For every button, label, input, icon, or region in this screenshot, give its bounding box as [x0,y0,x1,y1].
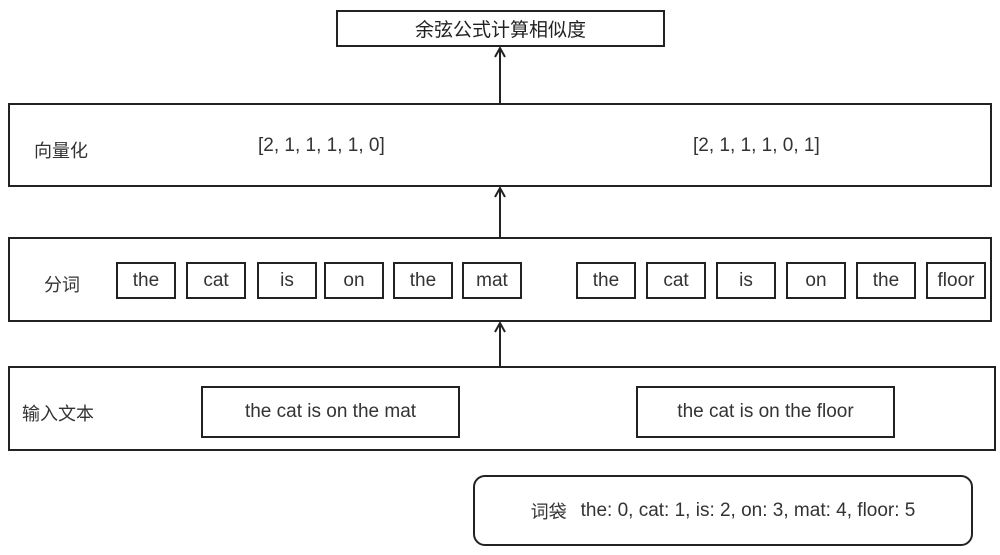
bag-of-words-content: the: 0, cat: 1, is: 2, on: 3, mat: 4, fl… [580,499,916,521]
token-box: is [716,262,776,299]
arrow-input-to-tokenize [494,320,506,366]
token-box: is [257,262,317,299]
tokenize-layer: 分词 the cat is on the mat the cat is on t… [8,237,992,322]
vectorize-layer: 向量化 [2, 1, 1, 1, 1, 0] [2, 1, 1, 1, 0, 1… [8,103,992,187]
input-text-layer: 输入文本 the cat is on the mat the cat is on… [8,366,996,451]
sentence-2-box: the cat is on the floor [636,386,895,438]
token-box: cat [646,262,706,299]
bag-of-words-label: 词袋 [530,501,567,523]
token-box: floor [926,262,986,299]
sentence-1-box: the cat is on the mat [201,386,460,438]
vector-sentence-1: [2, 1, 1, 1, 1, 0] [258,135,385,156]
token-box: the [393,262,453,299]
cosine-similarity-label: 余弦公式计算相似度 [414,19,586,41]
token-box: the [116,262,176,299]
token-box: the [856,262,916,299]
input-text-label: 输入文本 [22,404,94,425]
token-box: mat [462,262,522,299]
arrow-tokenize-to-vectorize [494,185,506,237]
bag-of-words-box: 词袋 the: 0, cat: 1, is: 2, on: 3, mat: 4,… [473,475,973,546]
token-box: cat [186,262,246,299]
vectorize-label: 向量化 [34,141,88,162]
arrow-vectorize-to-similarity [494,45,506,103]
cosine-similarity-box: 余弦公式计算相似度 [336,10,665,47]
token-box: on [324,262,384,299]
token-box: on [786,262,846,299]
tokenize-label: 分词 [44,275,80,296]
token-box: the [576,262,636,299]
vector-sentence-2: [2, 1, 1, 1, 0, 1] [693,135,820,156]
